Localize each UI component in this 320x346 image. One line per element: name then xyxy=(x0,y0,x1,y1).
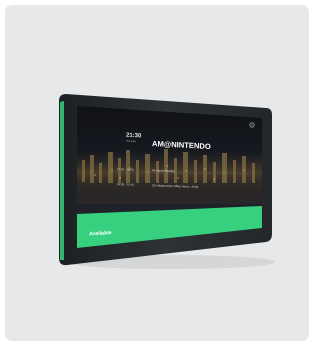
meeting-1-time: 17:30 - 18:00 xyxy=(117,167,134,172)
meeting-2-time: 18:00 - 21:00 xyxy=(117,182,134,187)
status-label: Available xyxy=(89,230,112,237)
product-photo: 21:30 Thursday AM@NINTENDO 17:30 - 18:00… xyxy=(59,94,275,269)
city-skyline-image xyxy=(77,149,262,204)
clock-time: 21:30 xyxy=(126,133,142,140)
clock-subtitle: Thursday xyxy=(126,140,137,144)
